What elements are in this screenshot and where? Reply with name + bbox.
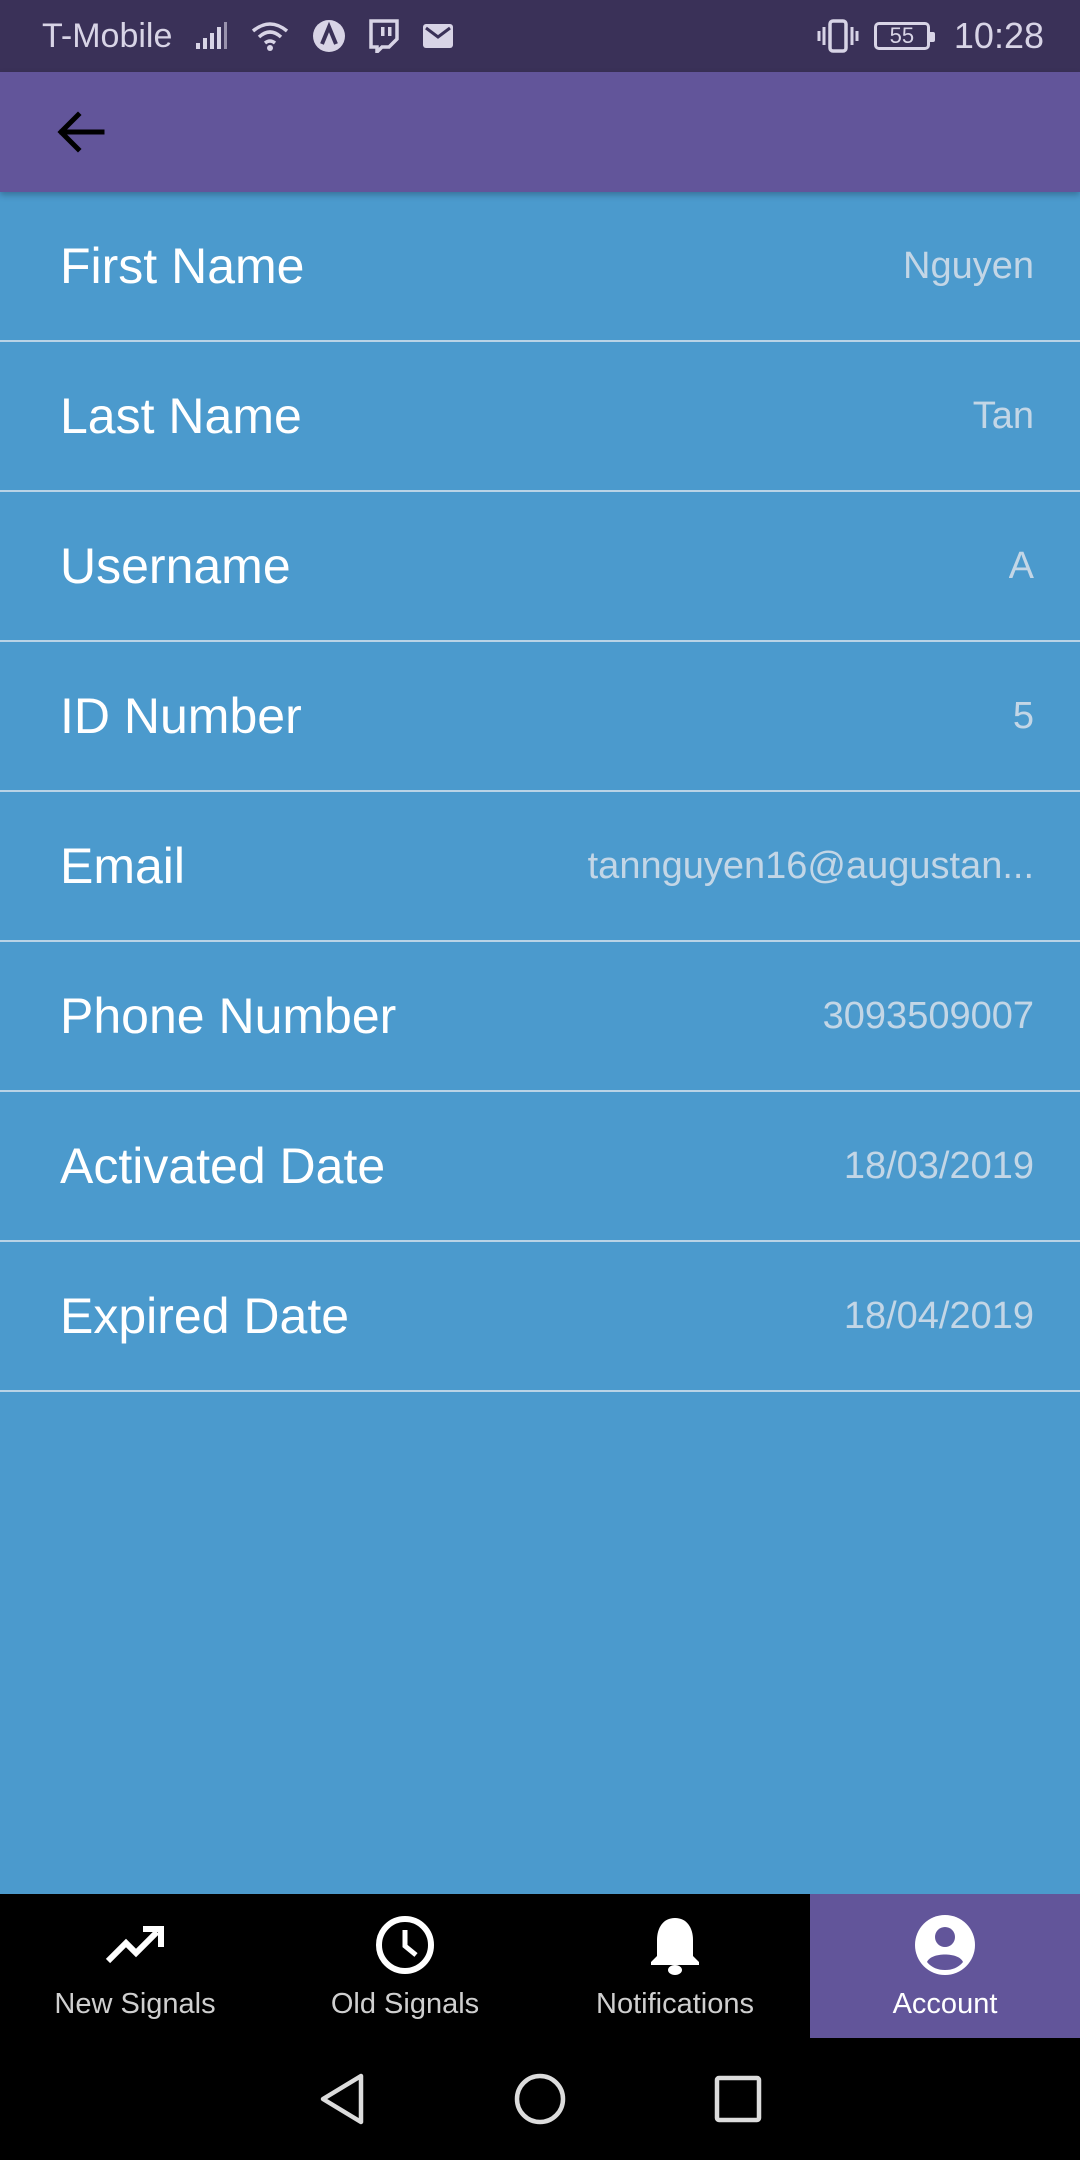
id-number-label: ID Number [60,688,302,744]
app-bar [0,72,1080,192]
bottom-nav: New Signals Old Signals Notifications Ac… [0,1894,1080,2038]
nav-old-signals-label: Old Signals [330,1988,480,2020]
nav-old-signals[interactable]: Old Signals [270,1894,540,2038]
nav-account[interactable]: Account [810,1894,1080,2038]
id-number-value: 5 [1012,694,1034,737]
phone-number-row[interactable]: Phone Number 3093509007 [0,942,1080,1092]
battery-icon: 55 [873,22,935,50]
bell-icon [648,1914,702,1976]
twitch-icon [368,19,400,53]
circle-home-icon [514,2073,566,2125]
expired-date-row[interactable]: Expired Date 18/04/2019 [0,1242,1080,1392]
clock-icon [375,1914,435,1976]
trending-up-icon [105,1914,165,1976]
email-row[interactable]: Email tannguyen16@augustan... [0,792,1080,942]
status-bar: T-Mobile 55 10:28 [0,0,1080,72]
arrow-back-icon [57,111,105,153]
nav-new-signals-label: New Signals [54,1988,216,2020]
activated-date-value: 18/03/2019 [843,1144,1034,1187]
expired-date-value: 18/04/2019 [843,1294,1034,1337]
system-back-button[interactable] [317,2072,367,2126]
last-name-value: Tan [972,394,1034,437]
last-name-label: Last Name [60,388,302,444]
username-label: Username [60,538,291,594]
account-info-list: First Name Nguyen Last Name Tan Username… [0,192,1080,1392]
nav-account-label: Account [892,1988,998,2020]
system-recents-button[interactable] [713,2074,763,2124]
id-number-row[interactable]: ID Number 5 [0,642,1080,792]
wifi-icon [250,20,290,52]
account-circle-icon [914,1914,976,1976]
battery-level: 55 [889,23,915,48]
nav-notifications[interactable]: Notifications [540,1894,810,2038]
activated-date-row[interactable]: Activated Date 18/03/2019 [0,1092,1080,1242]
signal-icon [194,21,228,51]
expired-date-label: Expired Date [60,1288,350,1344]
activated-date-label: Activated Date [60,1138,386,1194]
vibrate-icon [816,19,860,53]
phone-number-label: Phone Number [60,988,397,1044]
app-a-icon [312,19,346,53]
username-row[interactable]: Username A [0,492,1080,642]
triangle-back-icon [320,2073,364,2125]
nav-new-signals[interactable]: New Signals [0,1894,270,2038]
first-name-row[interactable]: First Name Nguyen [0,192,1080,342]
system-home-button[interactable] [513,2072,567,2126]
username-value: A [1008,544,1034,587]
back-button[interactable] [48,100,112,164]
square-recents-icon [714,2075,762,2123]
status-time: 10:28 [953,15,1044,56]
email-label: Email [60,838,186,894]
phone-number-value: 3093509007 [822,994,1034,1037]
carrier-label: T-Mobile [42,16,173,55]
first-name-label: First Name [60,238,305,294]
mail-icon [422,23,454,49]
system-nav-bar [0,2038,1080,2160]
account-screen: T-Mobile 55 10:28 First Name Nguyen Last… [0,0,1080,2160]
last-name-row[interactable]: Last Name Tan [0,342,1080,492]
email-value: tannguyen16@augustan... [587,844,1034,887]
first-name-value: Nguyen [903,244,1034,287]
nav-notifications-label: Notifications [596,1988,754,2020]
